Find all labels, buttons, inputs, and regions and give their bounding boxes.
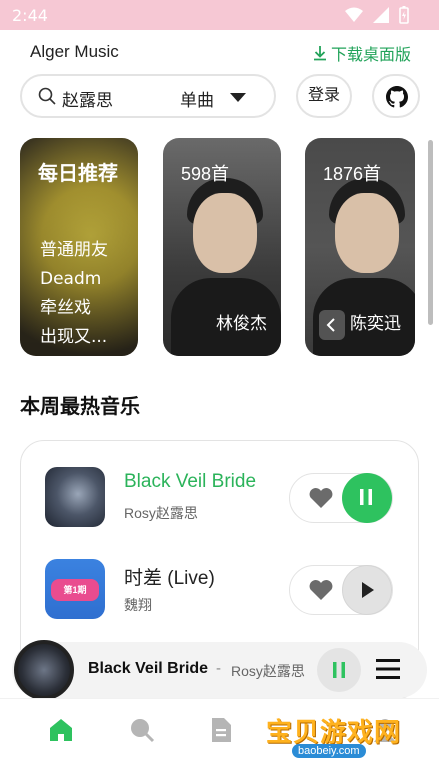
download-label: 下载桌面版: [330, 47, 411, 64]
watermark-url: baobeiy.com: [292, 744, 366, 758]
daily-song: 牵丝戏: [40, 298, 91, 318]
daily-song: Deadm: [40, 269, 102, 289]
artist-card[interactable]: 598首 林俊杰: [163, 138, 281, 356]
heart-icon[interactable]: [308, 579, 334, 601]
github-icon: [386, 86, 408, 108]
download-icon: [313, 46, 326, 61]
song-artist: Rosy赵露思: [124, 505, 198, 521]
song-cover: 第1期: [45, 559, 105, 619]
song-cover: [45, 467, 105, 527]
artist-song-count: 1876首: [323, 164, 382, 184]
artist-photo: [193, 193, 257, 273]
artist-card[interactable]: 1876首 陈奕迅: [305, 138, 415, 356]
play-button[interactable]: [342, 565, 392, 615]
download-desktop-link[interactable]: 下载桌面版: [313, 41, 411, 65]
login-button[interactable]: 登录: [296, 74, 352, 118]
now-playing-cover[interactable]: [14, 640, 74, 700]
github-button[interactable]: [372, 74, 420, 118]
chevron-left-icon: [326, 318, 335, 332]
app-title: Alger Music: [30, 42, 119, 61]
home-icon: [50, 719, 72, 741]
recommend-carousel[interactable]: 每日推荐 普通朋友 Deadm 牵丝戏 出现又... 598首 林俊杰 1876…: [0, 138, 439, 358]
tab-home[interactable]: [40, 709, 80, 749]
signal-icon: [373, 7, 389, 23]
song-actions: [289, 565, 393, 615]
playlist-icon[interactable]: [376, 658, 400, 680]
search-query[interactable]: 赵露思: [62, 86, 113, 111]
watermark: 宝贝游戏网 baobeiy.com: [262, 692, 412, 772]
song-title: Black Veil Bride: [124, 471, 257, 492]
artist-song-count: 598首: [181, 164, 230, 184]
status-time: 2:44: [12, 6, 48, 25]
song-row[interactable]: 第1期 时差 (Live) 魏翔: [21, 557, 420, 627]
search-icon: [131, 719, 155, 743]
pause-icon: [333, 662, 345, 678]
tab-playlist[interactable]: [202, 709, 242, 749]
artist-name: 林俊杰: [216, 314, 267, 333]
daily-song: 出现又...: [40, 327, 108, 347]
song-row[interactable]: Black Veil Bride Rosy赵露思: [21, 465, 420, 535]
wifi-icon: [345, 7, 363, 22]
section-title: 本周最热音乐: [20, 394, 140, 418]
search-type-select[interactable]: 单曲: [180, 86, 214, 111]
cover-badge: 第1期: [51, 579, 99, 601]
song-actions: [289, 473, 393, 523]
daily-recommend-card[interactable]: 每日推荐 普通朋友 Deadm 牵丝戏 出现又...: [20, 138, 138, 356]
search-icon: [38, 87, 56, 105]
now-playing-title: Black Veil Bride: [88, 660, 209, 677]
play-icon: [362, 582, 374, 598]
status-bar: 2:44: [0, 0, 439, 30]
now-playing-separator: -: [216, 660, 221, 677]
mini-pause-button[interactable]: [317, 648, 361, 692]
carousel-prev-button[interactable]: [319, 310, 345, 340]
daily-recommend-title: 每日推荐: [38, 161, 118, 185]
scrollbar[interactable]: [428, 140, 433, 325]
song-artist: 魏翔: [124, 597, 152, 613]
daily-song: 普通朋友: [40, 240, 108, 260]
mini-player[interactable]: Black Veil Bride - Rosy赵露思: [12, 640, 427, 700]
status-icons: [345, 6, 409, 24]
artist-name: 陈奕迅: [350, 314, 401, 333]
tab-search[interactable]: [121, 709, 161, 749]
song-title: 时差 (Live): [124, 568, 215, 589]
search-input[interactable]: 赵露思 单曲: [20, 74, 276, 118]
artist-photo: [335, 193, 399, 273]
app-header: Alger Music 下载桌面版: [0, 30, 439, 70]
pause-icon: [360, 489, 372, 505]
battery-icon: [399, 6, 409, 24]
pause-button[interactable]: [342, 473, 392, 523]
heart-icon[interactable]: [308, 487, 334, 509]
chevron-down-icon[interactable]: [230, 93, 246, 102]
now-playing-artist: Rosy赵露思: [231, 663, 305, 679]
daily-song-list: 普通朋友 Deadm 牵丝戏 出现又...: [40, 236, 108, 352]
document-icon: [212, 718, 231, 742]
